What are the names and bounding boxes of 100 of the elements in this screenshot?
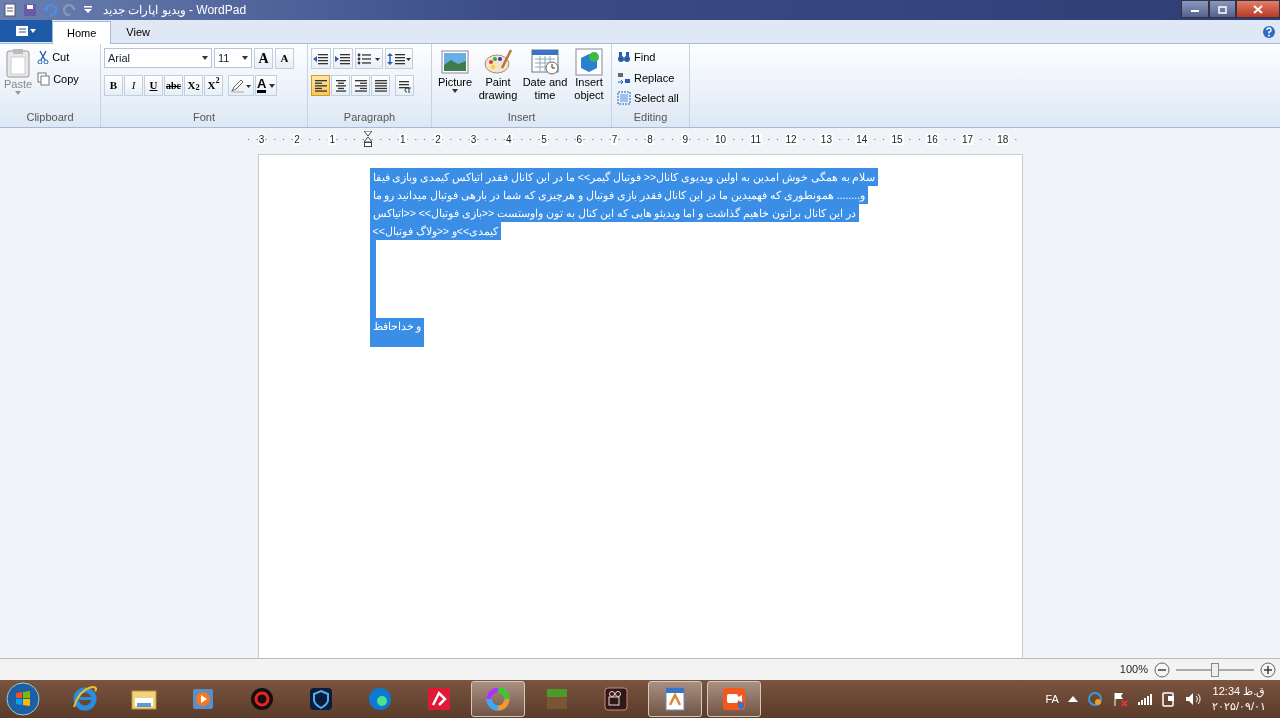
ruler-number: 11 bbox=[749, 133, 762, 145]
shrink-font-button[interactable]: A bbox=[275, 48, 294, 69]
align-left-button[interactable] bbox=[311, 75, 330, 96]
group-label: Editing bbox=[632, 109, 669, 125]
copy-icon bbox=[37, 71, 51, 86]
alignment-icon bbox=[374, 78, 387, 93]
insert-object-button[interactable]: Insert object bbox=[570, 48, 608, 109]
ruler-number: 17 bbox=[961, 133, 975, 145]
save-icon[interactable] bbox=[23, 3, 37, 17]
highlighter-icon bbox=[230, 78, 252, 93]
zoom-in-icon[interactable] bbox=[1260, 661, 1276, 678]
paragraph-button[interactable] bbox=[395, 75, 414, 96]
shield-icon bbox=[307, 685, 335, 713]
signal-icon[interactable] bbox=[1136, 692, 1153, 706]
start-orb-icon[interactable] bbox=[6, 682, 40, 716]
language-indicator[interactable]: FA bbox=[1045, 690, 1059, 708]
ruler-number: 10 bbox=[713, 133, 728, 145]
strikethrough-button[interactable]: abc bbox=[164, 75, 183, 96]
cube-icon bbox=[575, 48, 603, 76]
find-button[interactable]: Find bbox=[615, 48, 681, 67]
ruler-number: 12 bbox=[784, 133, 798, 145]
caret-icon bbox=[202, 56, 208, 60]
ruler-number: 5 bbox=[540, 133, 548, 145]
browser-e-icon bbox=[71, 685, 99, 713]
ruler-number: 2 bbox=[434, 133, 442, 145]
binoculars-icon bbox=[617, 50, 631, 65]
calendar-clock-icon bbox=[531, 48, 559, 76]
align-center-button[interactable] bbox=[331, 75, 350, 96]
italic-button[interactable]: I bbox=[124, 75, 143, 96]
superscript-button[interactable]: X$^{2}$ bbox=[204, 75, 223, 96]
app-menu-button[interactable] bbox=[0, 20, 52, 42]
ruler-number: 15 bbox=[890, 133, 904, 145]
indent-marker-icon[interactable] bbox=[363, 131, 372, 147]
alignment-icon bbox=[314, 78, 327, 93]
bold-button[interactable]: B bbox=[104, 75, 123, 96]
align-right-button[interactable] bbox=[351, 75, 370, 96]
flag-icon[interactable] bbox=[1111, 691, 1128, 707]
volume-icon[interactable] bbox=[1184, 691, 1203, 707]
date-time-button[interactable]: Date and time bbox=[521, 48, 569, 109]
cut-button[interactable]: Cut bbox=[35, 48, 81, 67]
font-family-dropdown[interactable]: Arial bbox=[104, 48, 212, 68]
ruler-number: 3 bbox=[257, 133, 266, 145]
select-all-button[interactable]: Select all bbox=[615, 89, 681, 108]
caret-icon bbox=[242, 56, 248, 60]
ribbon-tab[interactable]: View bbox=[111, 19, 165, 43]
ribbon-tab[interactable]: Home bbox=[52, 20, 112, 44]
indent-icon bbox=[335, 51, 351, 66]
font-color-button[interactable]: A bbox=[255, 75, 278, 96]
document-text: در این کانال براتون خاهیم گذاشت و اما ویدیئو هایی که این کنال به تون واوستست <<بازی فوتبال>> <<اتیاکس bbox=[369, 204, 859, 222]
grow-font-button[interactable]: A bbox=[254, 48, 273, 69]
sync-icon[interactable] bbox=[1086, 691, 1103, 707]
font-size-dropdown[interactable]: 11 bbox=[214, 48, 252, 68]
underline-button[interactable]: U bbox=[144, 75, 163, 96]
copy-button[interactable]: Copy bbox=[35, 69, 81, 88]
replace-button[interactable]: Replace bbox=[615, 68, 681, 87]
taskbar-button[interactable] bbox=[471, 681, 525, 717]
line-spacing-button[interactable] bbox=[385, 48, 413, 69]
window-title: ویدیو اپارات جدید - WordPad bbox=[103, 2, 247, 19]
alignment-icon bbox=[354, 78, 367, 93]
restore-icon[interactable] bbox=[1217, 4, 1228, 14]
select-all-icon bbox=[617, 91, 631, 106]
zoom-out-icon[interactable] bbox=[1154, 661, 1170, 678]
alignment-icon bbox=[334, 78, 347, 93]
ruler-number: 6 bbox=[575, 133, 584, 145]
ruler-number: 4 bbox=[504, 133, 513, 145]
increase-indent-button[interactable] bbox=[333, 48, 353, 69]
ruler-number: 2 bbox=[293, 133, 301, 145]
group-label: Font bbox=[192, 109, 216, 125]
taskbar-button[interactable] bbox=[648, 681, 702, 717]
app-logo-icon bbox=[425, 685, 453, 713]
subscript-button[interactable]: X$_{2}$ bbox=[184, 75, 203, 96]
ruler-number: 14 bbox=[855, 133, 869, 145]
list-button[interactable] bbox=[355, 48, 383, 69]
ruler-number: 1 bbox=[399, 133, 407, 145]
group-label: Paragraph bbox=[342, 109, 397, 125]
paint-drawing-button[interactable]: Paint drawing bbox=[476, 48, 520, 109]
document-text: سلام به همگی خوش امدین به اولین ویدیوی کانال<< فوتبال گیمر>> ما در این کانال فقدر اتیاکس کیمدی وبازی فیفا bbox=[369, 168, 879, 186]
scissors-icon bbox=[37, 50, 50, 65]
group-label: Insert bbox=[506, 109, 537, 125]
close-icon[interactable] bbox=[1253, 4, 1263, 14]
picture-button[interactable]: Picture bbox=[435, 48, 475, 109]
power-icon[interactable] bbox=[1161, 691, 1176, 707]
justify-button[interactable] bbox=[371, 75, 390, 96]
caret-icon bbox=[269, 83, 276, 88]
clock[interactable]: 12:34 ق.ظ ۲۰۲۵/۰۹/۰۱ bbox=[1211, 684, 1266, 714]
menu-icon bbox=[15, 25, 37, 37]
ruler-number: 9 bbox=[681, 133, 689, 145]
document-text: و خداحافظ bbox=[369, 318, 425, 347]
show-hidden-icons-icon[interactable] bbox=[1067, 695, 1078, 703]
taskbar-button[interactable] bbox=[707, 681, 761, 717]
document-icon[interactable] bbox=[3, 3, 17, 17]
list-icon bbox=[357, 51, 381, 66]
help-icon[interactable] bbox=[1262, 25, 1276, 39]
ruler-number: 18 bbox=[996, 133, 1010, 145]
highlight-button[interactable] bbox=[228, 75, 254, 96]
caret-icon bbox=[452, 89, 458, 93]
zoom-slider-thumb[interactable] bbox=[1211, 662, 1219, 677]
clipboard-icon bbox=[5, 48, 32, 78]
decrease-indent-button[interactable] bbox=[311, 48, 331, 69]
color-ring-icon bbox=[484, 685, 512, 713]
